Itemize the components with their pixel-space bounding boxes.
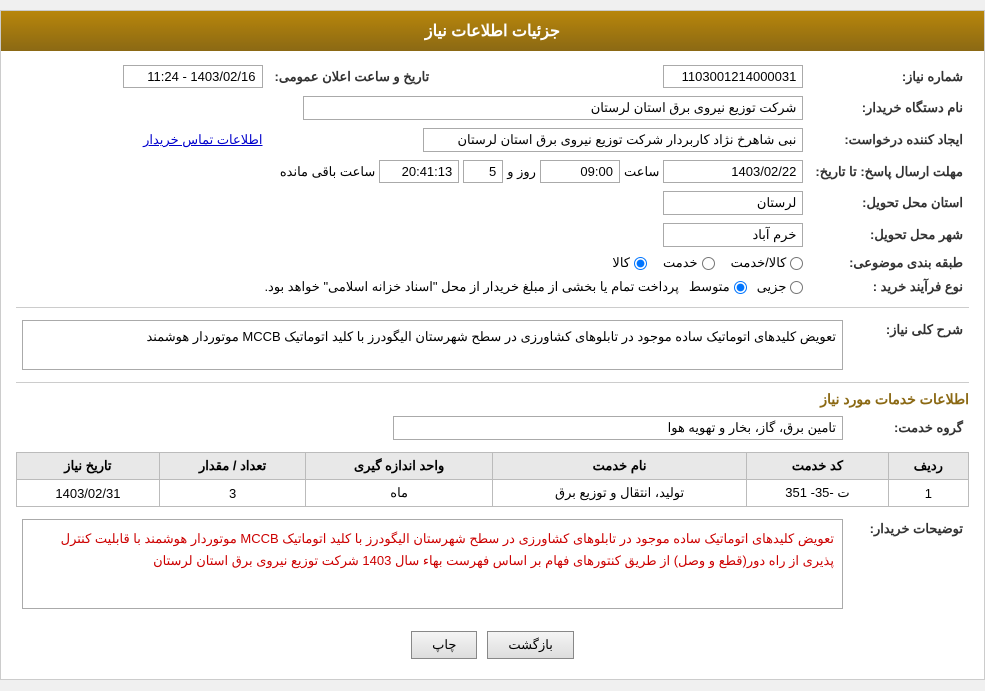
col-radif: ردیف <box>888 453 968 480</box>
divider-2 <box>16 382 969 383</box>
tabaqe-row: کالا/خدمت خدمت کالا <box>16 251 809 275</box>
sharh-label: شرح کلی نیاز: <box>849 316 969 374</box>
rooz-label: روز و <box>507 164 536 180</box>
mohlat-label: مهلت ارسال پاسخ: تا تاریخ: <box>809 156 969 187</box>
tosif-table: توضیحات خریدار: تعویض کلیدهای اتوماتیک س… <box>16 515 969 613</box>
radio-kala[interactable]: کالا <box>612 255 647 271</box>
radio-motavaset-label: متوسط <box>689 279 730 295</box>
table-row: 1ت -35- 351تولید، انتقال و توزیع برقماه3… <box>17 480 969 507</box>
divider-1 <box>16 307 969 308</box>
date-value-box: 1403/02/22 <box>663 160 803 183</box>
contact-link[interactable]: اطلاعات تماس خریدار <box>143 132 262 147</box>
navae-row: جزیی متوسط پرداخت تمام یا بخشی از مبلغ خ… <box>16 275 809 299</box>
navae-label: نوع فرآیند خرید : <box>809 275 969 299</box>
rooz-value-box: 5 <box>463 160 503 183</box>
radio-kala-khedmat-label: کالا/خدمت <box>731 255 787 271</box>
page-title: جزئیات اطلاعات نیاز <box>1 11 984 51</box>
col-name: نام خدمت <box>492 453 746 480</box>
ijad-label: ایجاد کننده درخواست: <box>809 124 969 156</box>
tarikh-elaan-value: 1403/02/16 - 11:24 <box>16 61 269 92</box>
baqi-value-box: 20:41:13 <box>379 160 459 183</box>
ostan-box: لرستان <box>663 191 803 215</box>
tarikh-elaan-box: 1403/02/16 - 11:24 <box>123 65 263 88</box>
radio-kala-khedmat-input[interactable] <box>790 257 803 270</box>
navae-note: پرداخت تمام یا بخشی از مبلغ خریدار از مح… <box>264 279 678 295</box>
gorohe-box: تامین برق، گاز، بخار و تهویه هوا <box>393 416 843 440</box>
col-unit: واحد اندازه گیری <box>306 453 493 480</box>
nam-dastgah-value: شرکت توزیع نیروی برق استان لرستان <box>16 92 809 124</box>
radio-khedmat-input[interactable] <box>702 257 715 270</box>
shomara-niaz-value: 1103001214000031 <box>435 61 809 92</box>
radio-motavaset-input[interactable] <box>734 281 747 294</box>
tabaqe-label: طبقه بندی موضوعی: <box>809 251 969 275</box>
tosif-label: توضیحات خریدار: <box>849 515 969 613</box>
cell-radif: 1 <box>888 480 968 507</box>
ijad-link-cell[interactable]: اطلاعات تماس خریدار <box>16 124 269 156</box>
radio-motavaset[interactable]: متوسط <box>689 279 747 295</box>
nam-dastgah-label: نام دستگاه خریدار: <box>809 92 969 124</box>
tarikh-elaan-label: تاریخ و ساعت اعلان عمومی: <box>269 61 436 92</box>
button-bar: بازگشت چاپ <box>16 621 969 669</box>
print-button[interactable]: چاپ <box>411 631 477 659</box>
saat-value-box: 09:00 <box>540 160 620 183</box>
ijad-box: نبی شاهرخ نژاد کاربردار شرکت توزیع نیروی… <box>423 128 803 152</box>
back-button[interactable]: بازگشت <box>487 631 573 659</box>
radio-kala-input[interactable] <box>634 257 647 270</box>
shahr-label: شهر محل تحویل: <box>809 219 969 251</box>
gorohe-table: گروه خدمت: تامین برق، گاز، بخار و تهویه … <box>16 412 969 444</box>
saat-label: ساعت <box>624 164 659 180</box>
ijad-value: نبی شاهرخ نژاد کاربردار شرکت توزیع نیروی… <box>269 124 810 156</box>
shahr-box: خرم آباد <box>663 223 803 247</box>
ostan-value: لرستان <box>16 187 809 219</box>
gorohe-value-cell: تامین برق، گاز، بخار و تهویه هوا <box>16 412 849 444</box>
radio-khedmat[interactable]: خدمت <box>663 255 715 271</box>
shomara-niaz-box: 1103001214000031 <box>663 65 803 88</box>
services-table: ردیف کد خدمت نام خدمت واحد اندازه گیری ت… <box>16 452 969 507</box>
sharh-box: تعویض کلیدهای اتوماتیک ساده موجود در تاب… <box>22 320 843 370</box>
nam-dastgah-box: شرکت توزیع نیروی برق استان لرستان <box>303 96 803 120</box>
tosif-box: تعویض کلیدهای اتوماتیک ساده موجود در تاب… <box>22 519 843 609</box>
gorohe-label: گروه خدمت: <box>849 412 969 444</box>
radio-kala-khedmat[interactable]: کالا/خدمت <box>731 255 804 271</box>
radio-khedmat-label: خدمت <box>663 255 698 271</box>
shomara-niaz-label: شماره نیاز: <box>809 61 969 92</box>
cell-count: 3 <box>159 480 306 507</box>
sharh-table: شرح کلی نیاز: تعویض کلیدهای اتوماتیک ساد… <box>16 316 969 374</box>
tosif-value-cell: تعویض کلیدهای اتوماتیک ساده موجود در تاب… <box>16 515 849 613</box>
info-table: شماره نیاز: 1103001214000031 تاریخ و ساع… <box>16 61 969 299</box>
sharh-value-cell: تعویض کلیدهای اتوماتیک ساده موجود در تاب… <box>16 316 849 374</box>
baqi-label: ساعت باقی مانده <box>280 164 375 180</box>
ostan-label: استان محل تحویل: <box>809 187 969 219</box>
cell-date: 1403/02/31 <box>17 480 160 507</box>
shahr-value: خرم آباد <box>16 219 809 251</box>
radio-jozii-input[interactable] <box>790 281 803 294</box>
col-code: کد خدمت <box>747 453 889 480</box>
cell-unit: ماه <box>306 480 493 507</box>
radio-kala-label: کالا <box>612 255 630 271</box>
cell-code: ت -35- 351 <box>747 480 889 507</box>
radio-jozii[interactable]: جزیی <box>757 279 804 295</box>
cell-name: تولید، انتقال و توزیع برق <box>492 480 746 507</box>
ettelaat-khadamat-title: اطلاعات خدمات مورد نیاز <box>16 391 969 408</box>
radio-jozii-label: جزیی <box>757 279 787 295</box>
col-count: تعداد / مقدار <box>159 453 306 480</box>
mohlat-row: 1403/02/22 ساعت 09:00 روز و 5 20:41:13 س… <box>16 156 809 187</box>
col-date: تاریخ نیاز <box>17 453 160 480</box>
